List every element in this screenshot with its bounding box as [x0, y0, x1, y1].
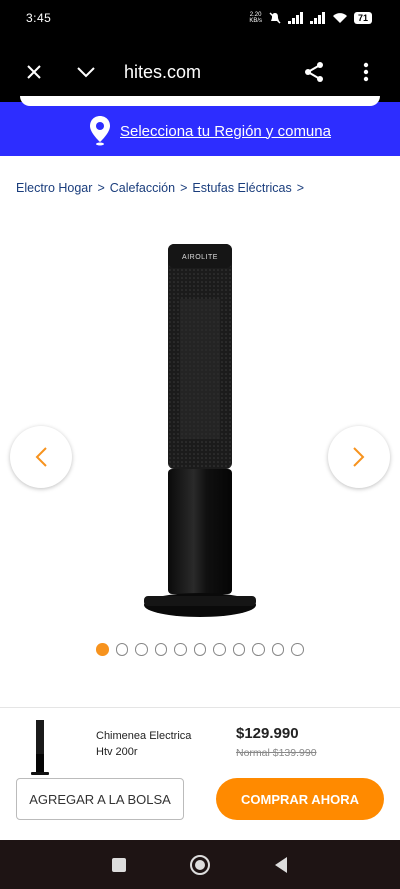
region-selector[interactable]: Selecciona tu Región y comuna: [90, 116, 331, 146]
product-name: Chimenea Electrica Htv 200r: [96, 730, 192, 758]
wifi-icon: [332, 13, 347, 23]
status-bar: 3:45 2.20 KB/s 71: [0, 0, 400, 38]
pagination-dot[interactable]: [193, 643, 206, 656]
share-icon[interactable]: [300, 58, 328, 86]
sticky-purchase-panel: Chimenea Electrica Htv 200r $129.990 Nor…: [0, 708, 400, 840]
pagination-dot[interactable]: [174, 643, 187, 656]
product-price: $129.990: [236, 725, 299, 742]
signal-icon-2: [309, 12, 325, 24]
pagination-dot[interactable]: [154, 643, 167, 656]
pagination-dot[interactable]: [135, 643, 148, 656]
chevron-left-icon: [35, 447, 47, 467]
pagination-dot[interactable]: [291, 643, 304, 656]
region-bar: Selecciona tu Región y comuna: [0, 96, 400, 156]
product-image[interactable]: AIROLITE: [140, 244, 260, 619]
status-icons: 2.20 KB/s 71: [249, 11, 372, 25]
breadcrumb-item-calefaccion[interactable]: Calefacción: [110, 181, 175, 195]
system-nav-bar: [0, 840, 400, 889]
chevron-down-icon[interactable]: [72, 58, 100, 86]
location-pin-icon: [90, 116, 110, 146]
product-old-price: Normal $139.990: [236, 747, 317, 759]
product-gallery: AIROLITE: [0, 228, 400, 628]
breadcrumb-item-estufas-electricas[interactable]: Estufas Eléctricas: [192, 181, 291, 195]
breadcrumb-separator: >: [296, 181, 305, 195]
pagination-dot[interactable]: [271, 643, 284, 656]
mute-icon: [269, 12, 281, 24]
url-text[interactable]: hites.com: [124, 62, 201, 83]
back-icon[interactable]: [273, 856, 289, 874]
previous-image-button[interactable]: [10, 426, 72, 488]
home-icon[interactable]: [189, 854, 211, 876]
product-thumbnail: [31, 720, 49, 775]
signal-icon: [287, 12, 303, 24]
breadcrumb-item-electro-hogar[interactable]: Electro Hogar: [16, 181, 92, 195]
close-icon[interactable]: [20, 58, 48, 86]
buy-now-button[interactable]: COMPRAR AHORA: [216, 778, 384, 820]
data-speed: 2.20 KB/s: [249, 12, 262, 24]
pagination-dot[interactable]: [232, 643, 245, 656]
breadcrumb: Electro Hogar > Calefacción > Estufas El…: [16, 181, 304, 195]
brand-logo: AIROLITE: [182, 254, 218, 261]
pagination-dot[interactable]: [96, 643, 109, 656]
pagination-dot[interactable]: [252, 643, 265, 656]
more-vert-icon[interactable]: [352, 58, 380, 86]
recents-icon[interactable]: [111, 857, 127, 873]
gallery-pagination: [96, 643, 304, 656]
add-to-bag-button[interactable]: AGREGAR A LA BOLSA: [16, 778, 184, 820]
battery-indicator: 71: [353, 12, 372, 24]
pagination-dot[interactable]: [115, 643, 128, 656]
search-bar-edge: [20, 96, 380, 106]
breadcrumb-separator: >: [97, 181, 105, 195]
chevron-right-icon: [353, 447, 365, 467]
status-time: 3:45: [26, 11, 52, 25]
region-link[interactable]: Selecciona tu Región y comuna: [120, 123, 331, 140]
breadcrumb-separator: >: [180, 181, 188, 195]
pagination-dot[interactable]: [213, 643, 226, 656]
next-image-button[interactable]: [328, 426, 390, 488]
